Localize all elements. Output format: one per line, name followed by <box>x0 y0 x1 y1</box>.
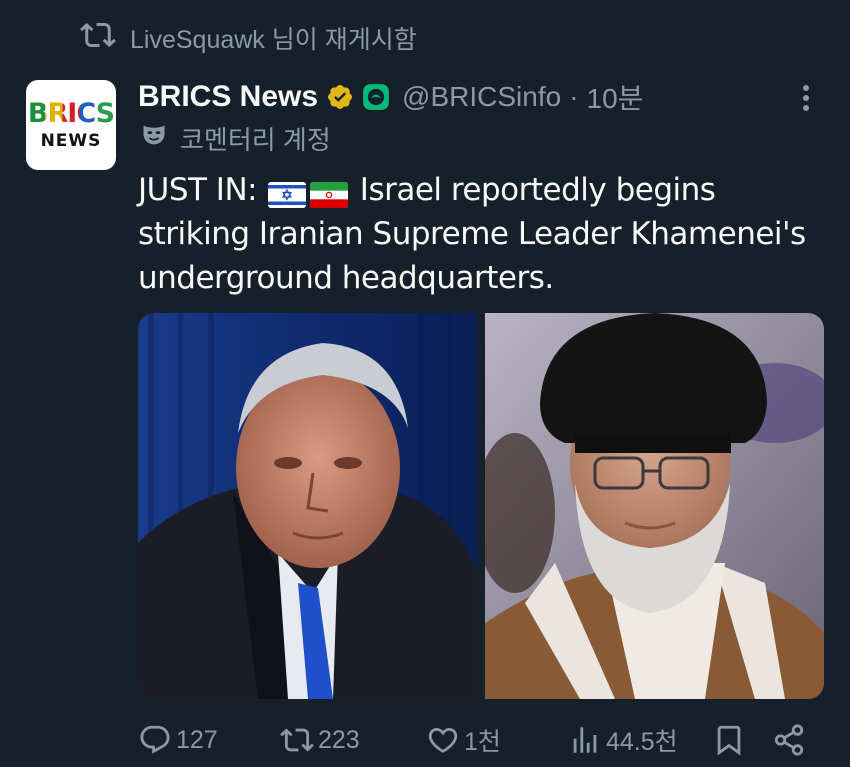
author-handle[interactable]: @BRICSinfo <box>402 81 561 113</box>
tweet-text: JUST IN: Israel reportedly begins striki… <box>138 168 828 300</box>
share-button[interactable] <box>772 723 806 757</box>
more-options-button[interactable] <box>790 80 822 116</box>
tweet-prefix: JUST IN: <box>138 172 258 208</box>
bookmark-button[interactable] <box>712 723 746 757</box>
avatar-logo-subtext: NEWS <box>40 130 102 151</box>
repost-icon <box>280 728 314 752</box>
israel-flag-icon <box>268 176 307 208</box>
timestamp[interactable]: 10분 <box>587 77 644 117</box>
tweet-card[interactable]: LiveSquawk 님이 재게시함 BRICS NEWS BRICS News… <box>0 0 850 767</box>
heart-icon <box>428 727 458 753</box>
share-icon <box>774 724 804 756</box>
repost-header[interactable]: LiveSquawk 님이 재게시함 <box>80 20 417 56</box>
media-image-right[interactable] <box>485 313 824 699</box>
repost-icon <box>80 17 116 60</box>
avatar-logo-text: BRICS <box>27 97 115 129</box>
reply-button[interactable]: 127 <box>138 723 218 757</box>
repost-button[interactable]: 223 <box>280 723 360 757</box>
author-row: BRICS News @BRICSinfo · 10분 <box>138 78 643 116</box>
media-image-left[interactable] <box>138 313 477 699</box>
views-button[interactable]: 44.5천 <box>568 722 678 758</box>
repost-count: 223 <box>318 725 360 754</box>
more-vertical-icon <box>803 85 809 111</box>
account-label-text: 코멘터리 계정 <box>180 124 331 155</box>
like-count: 1천 <box>464 728 501 756</box>
action-bar: 127 223 1천 44.5천 <box>138 718 828 762</box>
avatar[interactable]: BRICS NEWS <box>26 80 116 170</box>
views-chart-icon <box>573 727 597 753</box>
affiliate-badge-icon[interactable] <box>362 83 390 111</box>
account-label[interactable]: 코멘터리 계정 <box>140 120 331 156</box>
reply-count: 127 <box>176 725 218 754</box>
repost-label[interactable]: LiveSquawk 님이 재게시함 <box>130 20 417 56</box>
reply-icon <box>140 725 170 754</box>
like-button[interactable]: 1천 <box>426 722 501 758</box>
bookmark-icon <box>717 725 741 756</box>
separator-dot: · <box>569 81 579 112</box>
views-count: 44.5천 <box>606 728 678 756</box>
mask-icon <box>140 121 168 156</box>
display-name[interactable]: BRICS News <box>138 80 318 114</box>
media-grid[interactable] <box>138 313 824 699</box>
iran-flag-icon <box>310 176 349 208</box>
verified-badge-icon[interactable] <box>326 83 354 111</box>
